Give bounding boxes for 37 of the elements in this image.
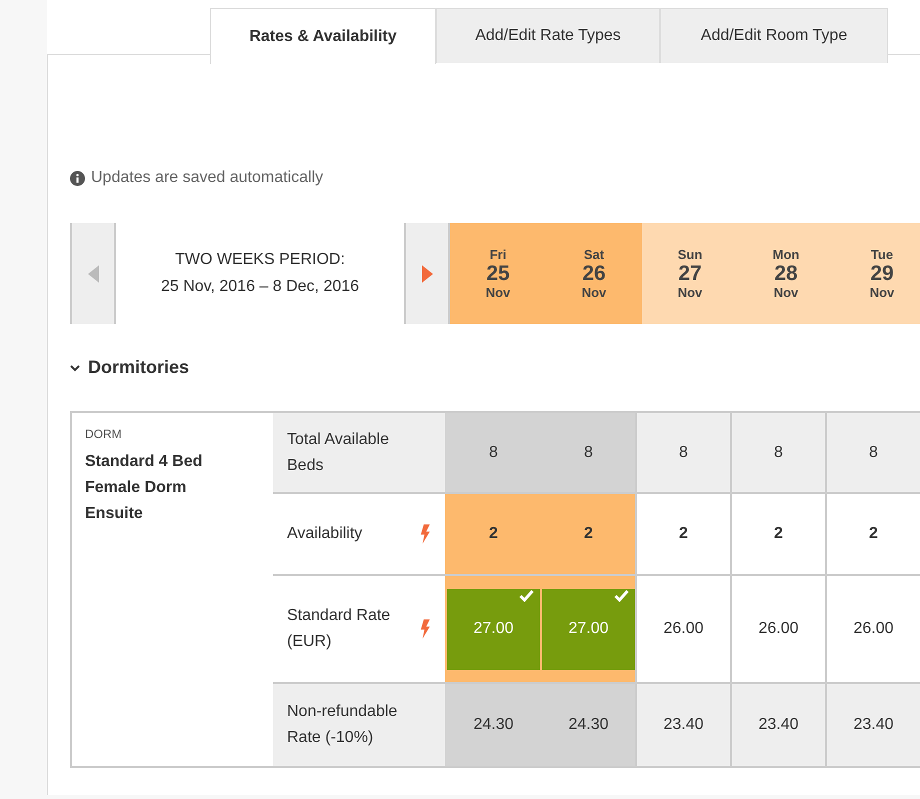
period-title: TWO WEEKS PERIOD:	[175, 251, 345, 269]
right-triangle-icon	[422, 264, 432, 282]
date-header: Sun 27 Nov	[642, 223, 738, 324]
table-cell: 24.30	[540, 684, 635, 766]
date-header: Sat 26 Nov	[546, 223, 642, 324]
room-name: Standard 4 Bed Female Dorm Ensuite	[85, 452, 204, 524]
table-cell: 23.40	[825, 684, 920, 766]
table-cell: 2	[445, 494, 540, 574]
section-toggle[interactable]: Dormitories	[70, 357, 190, 378]
lightning-icon	[419, 523, 431, 545]
row-label: Total Available Beds	[273, 413, 445, 492]
period-range: 25 Nov, 2016 – 8 Dec, 2016	[160, 278, 360, 296]
table-cell: 8	[445, 413, 540, 492]
date-header: Fri 25 Nov	[450, 223, 546, 324]
tab[interactable]: Add/Edit Room Type	[660, 8, 888, 63]
table-cell: 8	[730, 413, 825, 492]
notice-text: Updates are saved automatically	[91, 169, 324, 187]
date-header: Mon 28 Nov	[738, 223, 834, 324]
table-cell: 2	[540, 494, 635, 574]
lightning-icon	[419, 618, 431, 640]
info-icon	[70, 170, 85, 186]
left-triangle-icon	[88, 264, 98, 282]
tab[interactable]: Add/Edit Rate Types	[436, 8, 660, 63]
row-label: Non-refundable Rate (-10%)	[273, 684, 445, 766]
table-cell: 24.30	[445, 684, 540, 766]
table-cell: 8	[540, 413, 635, 492]
check-icon	[519, 590, 534, 602]
room-type: DORM	[85, 427, 123, 441]
table-cell: 23.40	[730, 684, 825, 766]
check-icon	[614, 590, 629, 602]
table-cell: 8	[635, 413, 730, 492]
next-button[interactable]	[404, 223, 450, 324]
chevron-icon	[70, 362, 80, 372]
tab[interactable]: Rates & Availability	[210, 8, 436, 64]
table-cell: 8	[825, 413, 920, 492]
date-header: Tue 29 Nov	[834, 223, 920, 324]
table-cell: 23.40	[635, 684, 730, 766]
